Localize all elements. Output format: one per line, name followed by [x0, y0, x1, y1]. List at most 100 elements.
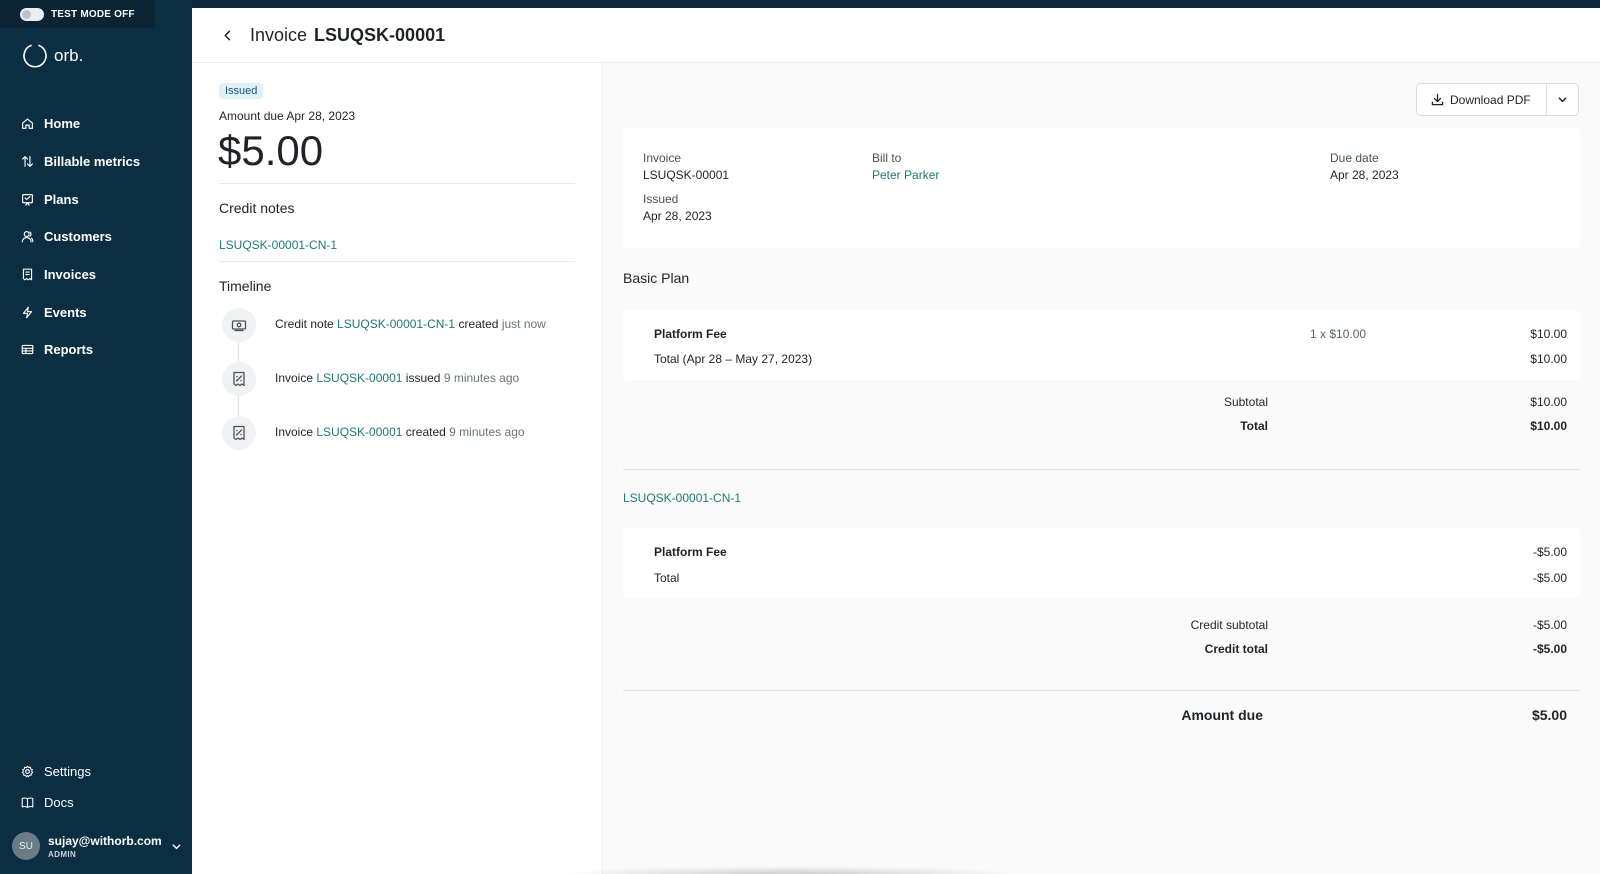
- credit-line-total-amount: -$5.00: [1532, 571, 1567, 585]
- credit-note-section-link[interactable]: LSUQSK-00001-CN-1: [623, 491, 741, 505]
- credit-line-name: Platform Fee: [654, 545, 727, 559]
- divider: [219, 183, 575, 184]
- test-mode-toggle[interactable]: TEST MODE OFF: [0, 0, 155, 28]
- brand-logo[interactable]: orb.: [22, 42, 83, 70]
- timeline-time: 9 minutes ago: [443, 371, 520, 385]
- sidebar-item-customers[interactable]: Customers: [0, 218, 192, 256]
- page-title: LSUQSK-00001: [314, 24, 446, 45]
- receipt-percent-icon: [233, 425, 245, 441]
- sidebar-bottom-nav: Settings Docs: [0, 756, 192, 818]
- chevron-down-icon: [1558, 97, 1567, 103]
- download-icon: [1431, 93, 1444, 106]
- sidebar-item-events[interactable]: Events: [0, 293, 192, 331]
- credit-notes-title: Credit notes: [219, 200, 295, 216]
- page-header: Invoice LSUQSK-00001: [192, 8, 1600, 63]
- avatar: SU: [12, 832, 40, 860]
- sidebar-item-label: Settings: [44, 764, 91, 779]
- sidebar-item-label: Billable metrics: [44, 154, 141, 170]
- users-icon: [21, 231, 34, 243]
- divider: [623, 469, 1580, 470]
- timeline-link[interactable]: LSUQSK-00001-CN-1: [337, 317, 455, 331]
- sidebar-item-label: Invoices: [44, 267, 97, 283]
- plan-name: Basic Plan: [623, 270, 690, 286]
- total-amount: $10.00: [1530, 419, 1567, 433]
- line-item-name: Platform Fee: [654, 327, 727, 341]
- sidebar-item-settings[interactable]: Settings: [0, 756, 192, 787]
- subtotal-label: Subtotal: [1223, 395, 1268, 409]
- user-email: sujay@withorb.com: [48, 833, 162, 848]
- page-title-label: Invoice: [250, 24, 308, 45]
- download-options-button[interactable]: [1546, 83, 1579, 116]
- bill-to-label: Bill to: [872, 151, 902, 165]
- invoice-number-label: Invoice: [643, 151, 682, 165]
- amount-due-label: Amount due Apr 28, 2023: [219, 109, 356, 123]
- sidebar-item-label: Docs: [44, 795, 74, 810]
- amount-due-total-amount: $5.00: [1531, 707, 1567, 723]
- timeline-time: just now: [501, 317, 546, 331]
- home-icon: [22, 118, 33, 130]
- test-mode-label: TEST MODE OFF: [51, 8, 135, 20]
- timeline: Credit note LSUQSK-00001-CN-1 created ju…: [222, 308, 572, 470]
- sidebar-item-reports[interactable]: Reports: [0, 331, 192, 369]
- user-role: ADMIN: [48, 849, 77, 859]
- timeline-text: Invoice: [275, 371, 314, 385]
- plan-total-amount: $10.00: [1530, 352, 1567, 366]
- receipt-percent-icon: [233, 371, 245, 387]
- receipt-icon: [22, 268, 33, 281]
- top-stripe: [0, 0, 1600, 8]
- plan-total-label: Total (Apr 28 – May 27, 2023): [654, 352, 813, 366]
- line-item-amount: $10.00: [1530, 327, 1567, 341]
- credit-line-items: Platform Fee -$5.00 Total -$5.00: [623, 528, 1580, 598]
- timeline-item: Credit note LSUQSK-00001-CN-1 created ju…: [222, 308, 572, 362]
- timeline-item: Invoice LSUQSK-00001 issued 9 minutes ag…: [222, 362, 572, 416]
- user-menu[interactable]: SU sujay@withorb.com ADMIN: [12, 832, 182, 860]
- issued-label: Issued: [643, 192, 679, 206]
- download-pdf-label: Download PDF: [1450, 92, 1531, 107]
- credit-subtotal-label: Credit subtotal: [1190, 618, 1268, 632]
- divider: [623, 690, 1580, 691]
- sidebar-item-plans[interactable]: Plans: [0, 180, 192, 218]
- sidebar-item-invoices[interactable]: Invoices: [0, 256, 192, 294]
- subtotal-amount: $10.00: [1530, 395, 1567, 409]
- timeline-link[interactable]: LSUQSK-00001: [316, 425, 402, 439]
- bolt-icon: [22, 306, 33, 319]
- download-pdf-group: Download PDF: [1416, 83, 1579, 116]
- invoice-number-value: LSUQSK-00001: [643, 168, 730, 182]
- timeline-connector: [238, 396, 239, 416]
- timeline-title: Timeline: [219, 278, 272, 294]
- sidebar-item-billable-metrics[interactable]: Billable metrics: [0, 143, 192, 181]
- bill-to-customer-link[interactable]: Peter Parker: [872, 168, 939, 182]
- amount-due-value: $5.00: [218, 127, 324, 174]
- table-icon: [21, 345, 34, 355]
- cash-icon: [231, 320, 247, 332]
- credit-line-amount: -$5.00: [1532, 545, 1567, 559]
- due-date-label: Due date: [1330, 151, 1379, 165]
- sidebar-item-label: Events: [44, 304, 87, 320]
- invoice-info-card: Invoice LSUQSK-00001 Issued Apr 28, 2023…: [623, 128, 1580, 248]
- credit-line-total-label: Total: [654, 571, 680, 585]
- due-date-value: Apr 28, 2023: [1330, 168, 1399, 182]
- back-chevron-icon[interactable]: [222, 30, 233, 41]
- status-badge: Issued: [219, 83, 264, 99]
- toggle-switch-icon[interactable]: [20, 7, 44, 21]
- sidebar-item-label: Reports: [44, 342, 94, 358]
- issued-date-value: Apr 28, 2023: [643, 209, 712, 223]
- sidebar-item-docs[interactable]: Docs: [0, 787, 192, 818]
- timeline-connector: [238, 342, 239, 362]
- timeline-link[interactable]: LSUQSK-00001: [316, 371, 402, 385]
- sidebar: TEST MODE OFF orb. Home Billable metrics…: [0, 0, 192, 874]
- sidebar-item-home[interactable]: Home: [0, 105, 192, 143]
- sidebar-item-label: Customers: [44, 229, 112, 245]
- invoice-document-panel: Download PDF Invoice LSUQSK-00001 Issued…: [603, 63, 1600, 874]
- scroll-shadow: [560, 866, 1020, 874]
- total-label: Total: [1240, 419, 1268, 433]
- download-pdf-button[interactable]: Download PDF: [1416, 83, 1547, 116]
- chevron-down-icon[interactable]: [171, 841, 182, 852]
- timeline-action: created: [458, 317, 499, 331]
- credit-total-label: Credit total: [1204, 642, 1268, 656]
- credit-note-link[interactable]: LSUQSK-00001-CN-1: [219, 238, 337, 252]
- timeline-text: Credit note: [275, 317, 334, 331]
- plans-icon: [22, 193, 33, 206]
- plan-line-items: Platform Fee 1 x $10.00 $10.00 Total (Ap…: [623, 310, 1580, 380]
- timeline-item: Invoice LSUQSK-00001 created 9 minutes a…: [222, 416, 572, 470]
